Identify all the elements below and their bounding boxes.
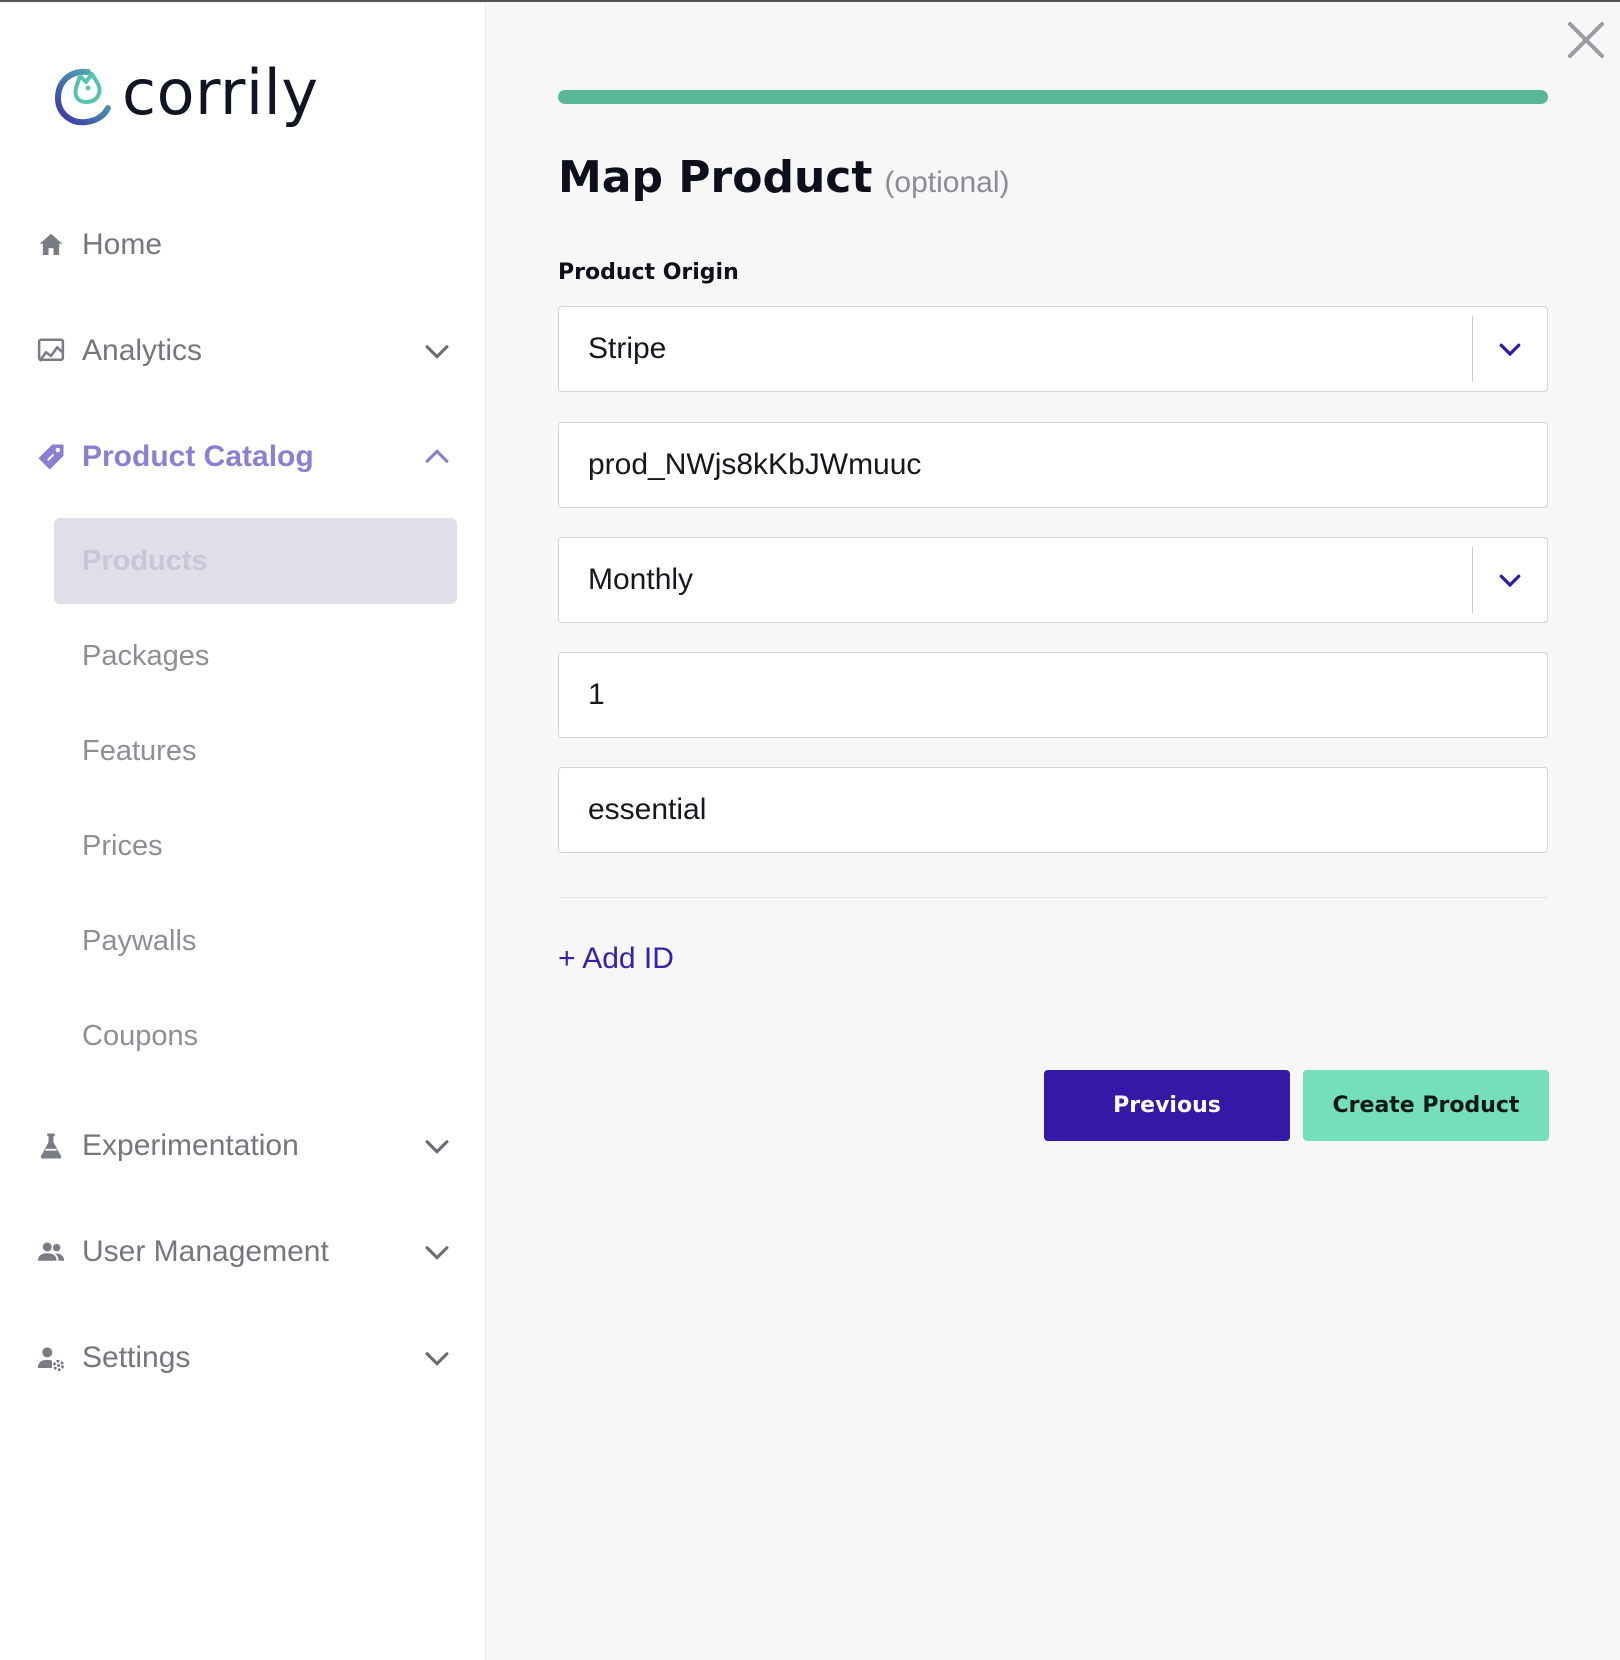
sidebar-item-label: Features xyxy=(82,734,197,767)
sidebar-item-label: Coupons xyxy=(82,1019,199,1052)
chevron-down-icon[interactable] xyxy=(1473,307,1547,391)
sidebar-item-label: Experimentation xyxy=(82,1129,299,1162)
plan-key-input[interactable] xyxy=(559,768,1547,852)
product-origin-label: Product Origin xyxy=(558,260,739,285)
billing-interval-select[interactable]: Monthly xyxy=(558,537,1548,623)
divider xyxy=(558,897,1548,898)
page-title: Map Product xyxy=(558,152,873,203)
sidebar-item-product-catalog[interactable]: Product Catalog xyxy=(34,429,454,485)
wizard-progress-bar xyxy=(558,90,1548,104)
sidebar-subitem-packages[interactable]: Packages xyxy=(54,613,457,699)
sidebar-item-analytics[interactable]: Analytics xyxy=(34,323,454,379)
user-gear-icon xyxy=(34,1341,68,1375)
sidebar-item-label: Home xyxy=(82,228,163,261)
chevron-down-icon[interactable] xyxy=(420,1235,454,1269)
page-title-row: Map Product (optional) xyxy=(558,152,1009,203)
sidebar: corrily Home Analytics Product Catalog P… xyxy=(0,4,486,1660)
close-icon[interactable] xyxy=(1562,16,1610,64)
sidebar-item-user-management[interactable]: User Management xyxy=(34,1224,454,1280)
product-origin-value: Stripe xyxy=(588,332,667,365)
product-id-field[interactable] xyxy=(558,422,1548,508)
add-id-link[interactable]: + Add ID xyxy=(558,942,674,976)
sidebar-item-home[interactable]: Home xyxy=(34,217,454,273)
chevron-down-icon[interactable] xyxy=(420,334,454,368)
users-icon xyxy=(34,1235,68,1269)
sidebar-item-label: Prices xyxy=(82,829,163,862)
sidebar-item-settings[interactable]: Settings xyxy=(34,1330,454,1386)
interval-count-field[interactable] xyxy=(558,652,1548,738)
sidebar-item-label: User Management xyxy=(82,1235,329,1268)
sidebar-item-label: Analytics xyxy=(82,334,203,367)
create-product-button[interactable]: Create Product xyxy=(1303,1070,1549,1141)
sidebar-item-experimentation[interactable]: Experimentation xyxy=(34,1118,454,1174)
billing-interval-value: Monthly xyxy=(588,563,694,596)
brand-logo[interactable]: corrily xyxy=(52,56,319,130)
home-icon xyxy=(34,228,68,262)
sidebar-subitem-prices[interactable]: Prices xyxy=(54,803,457,889)
sidebar-item-label: Products xyxy=(82,544,208,577)
sidebar-item-label: Packages xyxy=(82,639,210,672)
previous-button[interactable]: Previous xyxy=(1044,1070,1290,1141)
app-window: corrily Home Analytics Product Catalog P… xyxy=(0,0,1620,1660)
chevron-down-icon[interactable] xyxy=(1473,538,1547,622)
chevron-up-icon[interactable] xyxy=(420,440,454,474)
sidebar-item-label: Settings xyxy=(82,1341,191,1374)
plan-key-field[interactable] xyxy=(558,767,1548,853)
sidebar-subitem-paywalls[interactable]: Paywalls xyxy=(54,898,457,984)
sidebar-subitem-products[interactable]: Products xyxy=(54,518,457,604)
wizard-progress-fill xyxy=(558,90,1548,104)
product-id-input[interactable] xyxy=(559,423,1547,507)
sidebar-subitem-features[interactable]: Features xyxy=(54,708,457,794)
product-origin-select[interactable]: Stripe xyxy=(558,306,1548,392)
brand-name: corrily xyxy=(122,56,319,129)
chevron-down-icon[interactable] xyxy=(420,1129,454,1163)
chevron-down-icon[interactable] xyxy=(420,1341,454,1375)
flask-icon xyxy=(34,1129,68,1163)
sidebar-subitem-coupons[interactable]: Coupons xyxy=(54,993,457,1079)
sidebar-item-label: Paywalls xyxy=(82,924,197,957)
corrily-logo-icon xyxy=(54,68,111,126)
analytics-icon xyxy=(34,334,68,368)
interval-count-input[interactable] xyxy=(559,653,1547,737)
page-title-suffix: (optional) xyxy=(884,166,1010,199)
sidebar-item-label: Product Catalog xyxy=(82,440,314,473)
tag-icon xyxy=(34,440,68,474)
